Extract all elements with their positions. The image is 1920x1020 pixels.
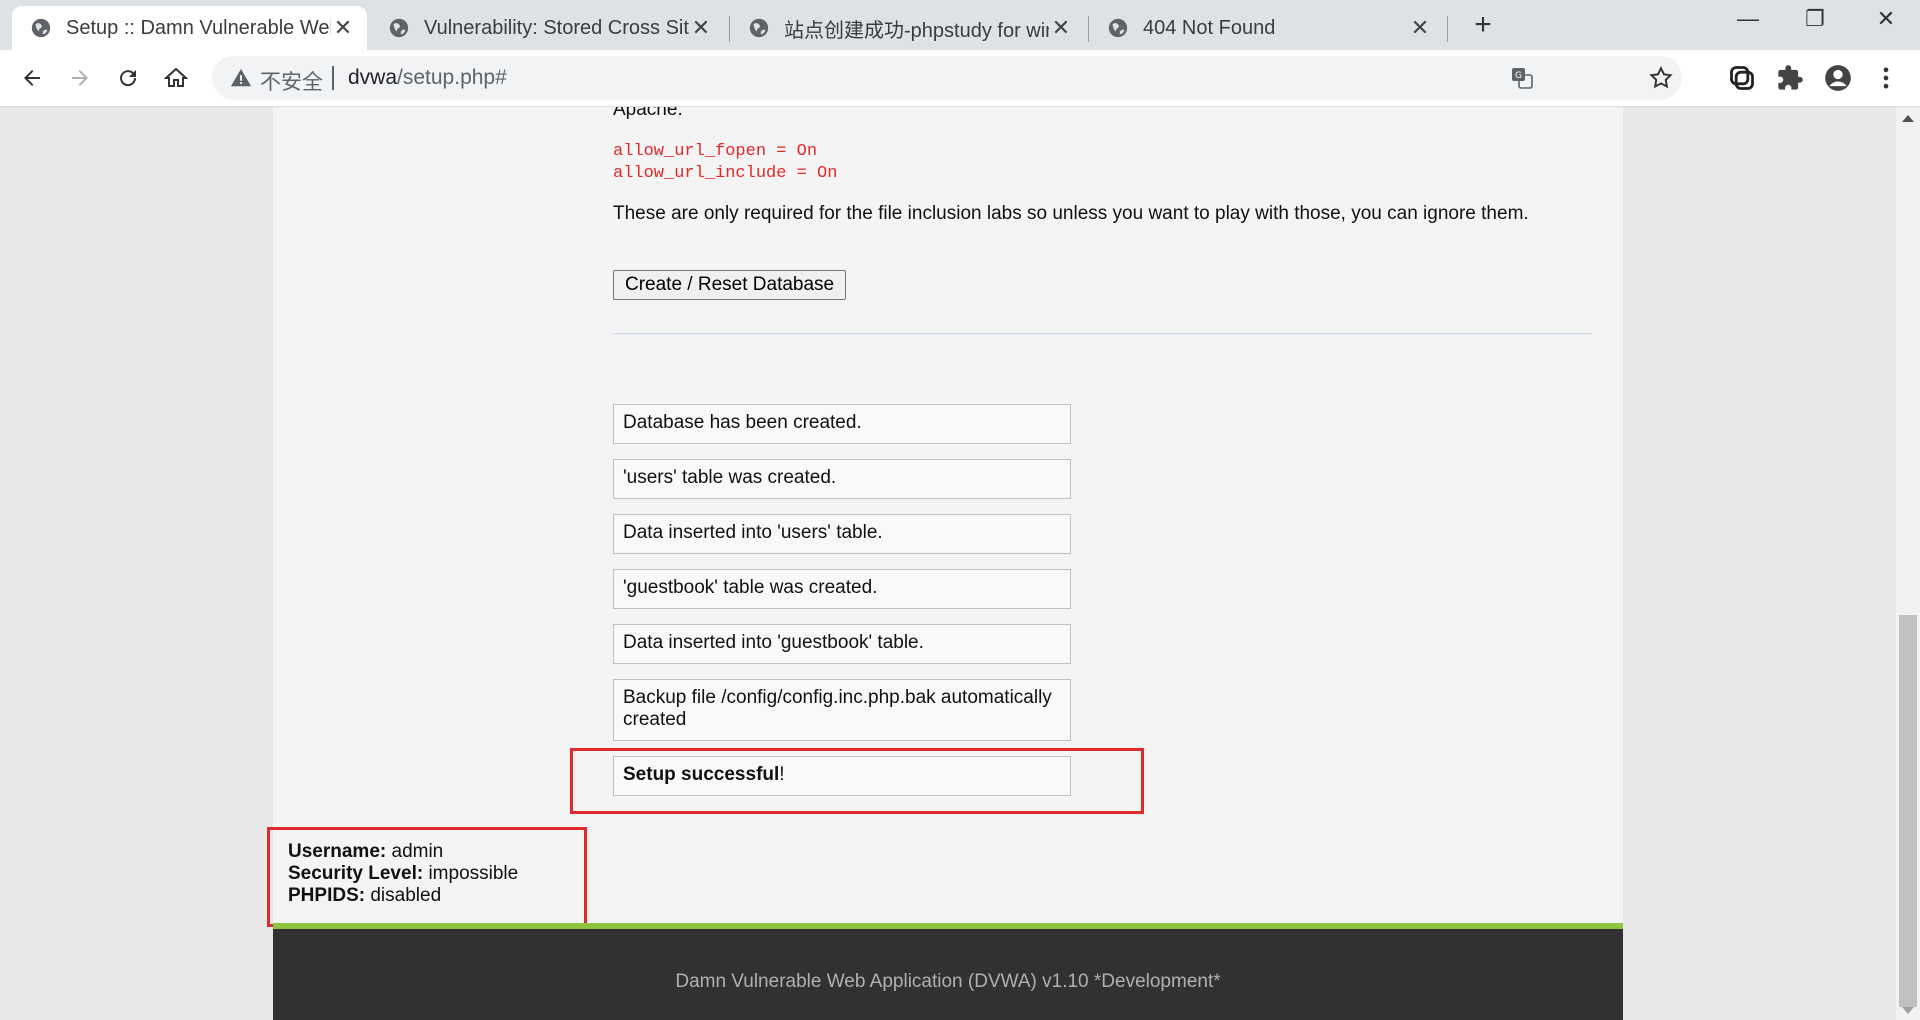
message-users-data: Data inserted into 'users' table. bbox=[613, 514, 1071, 554]
minimize-button[interactable]: — bbox=[1728, 6, 1768, 32]
globe-icon bbox=[1108, 18, 1128, 38]
arrow-left-icon bbox=[24, 70, 40, 86]
message-guestbook-created: 'guestbook' table was created. bbox=[613, 569, 1071, 609]
scroll-up-arrow-icon[interactable] bbox=[1902, 115, 1914, 122]
dvwa-page: Apache. allow_url_fopen = On allow_url_i… bbox=[267, 107, 1623, 1020]
globe-icon bbox=[749, 18, 769, 38]
tab-close-icon[interactable]: ✕ bbox=[689, 16, 713, 40]
file-inclusion-note: These are only required for the file inc… bbox=[613, 203, 1529, 224]
url-host: dvwa bbox=[348, 66, 398, 89]
globe-icon bbox=[389, 18, 409, 38]
url-text[interactable]: dvwa/setup.php# bbox=[348, 66, 507, 90]
tab-title: 站点创建成功-phpstudy for win bbox=[784, 19, 1049, 42]
reload-button[interactable] bbox=[112, 62, 144, 94]
address-bar[interactable]: 不安全 dvwa/setup.php# G bbox=[212, 56, 1682, 100]
scrollbar-thumb[interactable] bbox=[1899, 615, 1917, 1007]
tab-stored-xss[interactable]: Vulnerability: Stored Cross Site ✕ bbox=[370, 6, 725, 50]
page-viewport: Apache. allow_url_fopen = On allow_url_i… bbox=[0, 107, 1896, 1020]
tab-404[interactable]: 404 Not Found ✕ bbox=[1089, 6, 1444, 50]
tab-title: Vulnerability: Stored Cross Site bbox=[424, 16, 689, 39]
message-users-created: 'users' table was created. bbox=[613, 459, 1071, 499]
message-guestbook-data: Data inserted into 'guestbook' table. bbox=[613, 624, 1071, 664]
address-divider bbox=[332, 66, 334, 90]
apache-text: Apache. bbox=[613, 107, 683, 120]
tab-phpstudy[interactable]: 站点创建成功-phpstudy for win ✕ bbox=[730, 6, 1085, 50]
tab-title: 404 Not Found bbox=[1143, 16, 1276, 39]
arrow-right-icon bbox=[72, 70, 88, 86]
create-reset-database-button[interactable]: Create / Reset Database bbox=[613, 270, 847, 300]
window-close-button[interactable]: ✕ bbox=[1866, 6, 1906, 32]
tab-close-icon[interactable]: ✕ bbox=[331, 16, 355, 40]
browser-menu-icon[interactable] bbox=[1872, 64, 1900, 92]
php-setting-include: allow_url_include = On bbox=[613, 164, 838, 183]
highlight-box-success bbox=[570, 748, 1144, 814]
tab-setup[interactable]: Setup :: Damn Vulnerable Web ✕ bbox=[12, 6, 367, 50]
profile-avatar-icon[interactable] bbox=[1824, 64, 1852, 92]
tab-close-icon[interactable]: ✕ bbox=[1408, 16, 1432, 40]
globe-icon bbox=[31, 18, 51, 38]
warning-icon bbox=[230, 68, 252, 87]
new-tab-button[interactable]: + bbox=[1466, 10, 1500, 40]
extension-sync-icon[interactable] bbox=[1728, 64, 1756, 92]
footer-text: Damn Vulnerable Web Application (DVWA) v… bbox=[675, 971, 1221, 992]
bookmark-star-icon[interactable] bbox=[1648, 65, 1674, 91]
php-setting-fopen: allow_url_fopen = On bbox=[613, 142, 818, 161]
home-button[interactable] bbox=[160, 62, 192, 94]
svg-text:G: G bbox=[1515, 71, 1522, 81]
tab-strip: Setup :: Damn Vulnerable Web ✕ Vulnerabi… bbox=[0, 0, 1920, 50]
message-backup-created: Backup file /config/config.inc.php.bak a… bbox=[613, 679, 1071, 741]
extensions-puzzle-icon[interactable] bbox=[1776, 64, 1804, 92]
translate-icon[interactable]: G bbox=[1510, 66, 1534, 90]
scroll-down-arrow-icon[interactable] bbox=[1902, 1007, 1914, 1014]
vertical-scrollbar[interactable] bbox=[1896, 107, 1920, 1020]
php-settings: allow_url_fopen = On allow_url_include =… bbox=[613, 141, 837, 185]
message-db-created: Database has been created. bbox=[613, 404, 1071, 444]
divider bbox=[613, 333, 1593, 334]
tab-title: Setup :: Damn Vulnerable Web bbox=[66, 16, 331, 39]
tab-close-icon[interactable]: ✕ bbox=[1049, 16, 1073, 40]
url-path: /setup.php# bbox=[397, 66, 507, 89]
not-secure-label: 不安全 bbox=[260, 71, 323, 94]
browser-toolbar: 不安全 dvwa/setup.php# G bbox=[0, 50, 1920, 107]
reload-icon bbox=[120, 70, 137, 87]
forward-button[interactable] bbox=[64, 62, 96, 94]
back-button[interactable] bbox=[16, 62, 48, 94]
restore-button[interactable]: ❐ bbox=[1795, 6, 1835, 32]
home-icon bbox=[164, 67, 188, 87]
highlight-box-user-info bbox=[267, 827, 587, 927]
footer: Damn Vulnerable Web Application (DVWA) v… bbox=[273, 929, 1623, 1020]
tab-separator bbox=[1447, 16, 1448, 42]
